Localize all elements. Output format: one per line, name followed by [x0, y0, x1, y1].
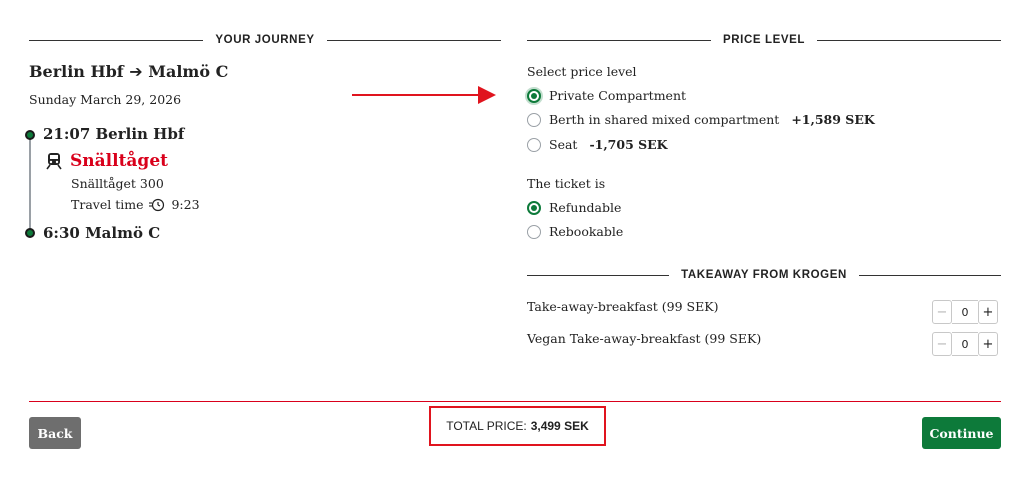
ticket-option-label: Refundable — [549, 200, 622, 215]
divider — [527, 39, 711, 41]
annotation-arrow-icon — [352, 86, 496, 104]
journey-section-title: YOUR JOURNEY — [215, 34, 315, 46]
price-option-private-compartment[interactable]: Private Compartment — [527, 88, 686, 103]
travel-time: Travel time 9:23 — [71, 197, 200, 212]
travel-time-value: 9:23 — [171, 197, 200, 212]
ticket-option-label: Rebookable — [549, 224, 624, 239]
price-option-label: Berth in shared mixed compartment — [549, 112, 780, 127]
radio-selected[interactable] — [527, 88, 541, 103]
price-option-label: Private Compartment — [549, 88, 687, 103]
train-number: Snälltåget 300 — [71, 176, 164, 191]
price-option-seat[interactable]: Seat -1,705 SEK — [527, 137, 668, 152]
arrival-stop: 6:30 Malmö C — [43, 224, 161, 242]
decrement-button[interactable]: − — [932, 300, 952, 324]
ticket-option-refundable[interactable]: Refundable — [527, 200, 621, 215]
continue-button[interactable]: Continue — [922, 417, 1001, 449]
total-price-amount: 3,499 SEK — [530, 419, 589, 433]
divider — [29, 39, 204, 41]
divider — [326, 39, 501, 41]
radio-unselected[interactable] — [527, 112, 541, 127]
arrow-right-icon: ➔ — [129, 62, 143, 81]
route-to: Malmö C — [148, 62, 229, 81]
takeaway-section-header: TAKEAWAY FROM KROGEN — [527, 266, 1001, 284]
journey-section-header: YOUR JOURNEY — [29, 31, 501, 49]
price-level-section-title: PRICE LEVEL — [723, 34, 806, 46]
radio-selected[interactable] — [527, 200, 541, 215]
route-from: Berlin Hbf — [29, 62, 124, 81]
radio-unselected[interactable] — [527, 137, 541, 152]
price-option-surcharge: +1,589 SEK — [791, 112, 875, 127]
takeaway-item-label: Take-away-breakfast (99 SEK) — [527, 299, 719, 314]
takeaway-section-title: TAKEAWAY FROM KROGEN — [681, 269, 847, 281]
ticket-type-label: The ticket is — [527, 176, 606, 191]
ticket-option-rebookable[interactable]: Rebookable — [527, 224, 623, 239]
booking-page: YOUR JOURNEY Berlin Hbf ➔ Malmö C Sunday… — [0, 0, 1024, 488]
price-option-berth[interactable]: Berth in shared mixed compartment +1,589… — [527, 112, 875, 127]
takeaway-item-label: Vegan Take-away-breakfast (99 SEK) — [527, 331, 762, 346]
departure-stop: 21:07 Berlin Hbf — [43, 125, 185, 143]
train-icon — [46, 153, 62, 170]
divider — [858, 274, 1001, 276]
price-option-surcharge: -1,705 SEK — [589, 137, 668, 152]
arrival-dot — [25, 228, 35, 238]
decrement-button[interactable]: − — [932, 332, 952, 356]
divider — [527, 274, 670, 276]
radio-unselected[interactable] — [527, 224, 541, 239]
quantity-value[interactable]: 0 — [952, 332, 978, 356]
total-price-label: TOTAL PRICE: — [446, 419, 527, 433]
increment-button[interactable]: + — [978, 332, 998, 356]
journey-date: Sunday March 29, 2026 — [29, 92, 182, 107]
departure-dot — [25, 130, 35, 140]
price-option-label: Seat — [549, 137, 578, 152]
operator-name: Snälltåget — [70, 151, 168, 171]
travel-time-label: Travel time — [71, 197, 144, 212]
quantity-stepper: − 0 + — [932, 300, 998, 324]
journey-route: Berlin Hbf ➔ Malmö C — [29, 62, 228, 81]
back-button[interactable]: Back — [29, 417, 81, 449]
increment-button[interactable]: + — [978, 300, 998, 324]
timeline-line — [29, 136, 31, 232]
total-price: TOTAL PRICE: 3,499 SEK — [429, 406, 606, 446]
quantity-stepper: − 0 + — [932, 332, 998, 356]
divider — [817, 39, 1002, 41]
operator-row: Snälltåget — [46, 151, 168, 171]
footer-divider — [29, 401, 1001, 402]
quantity-value[interactable]: 0 — [952, 300, 978, 324]
clock-icon — [149, 198, 165, 211]
select-price-level-label: Select price level — [527, 64, 637, 79]
price-level-section-header: PRICE LEVEL — [527, 31, 1002, 49]
